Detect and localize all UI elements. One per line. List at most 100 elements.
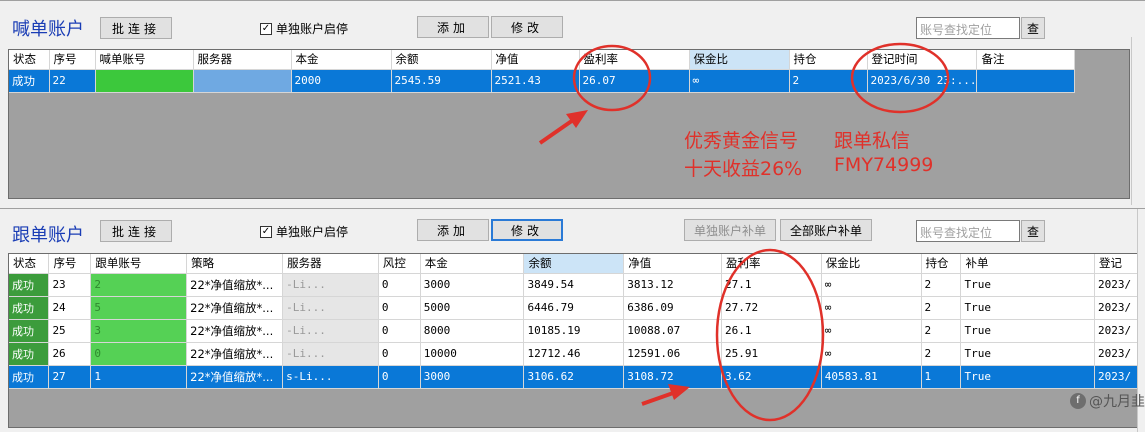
follow-accounts-grid: 状态 序号 跟单账号 策略 服务器 风控 本金 余额 净值 盈利率 保金比 持仓… <box>8 253 1145 428</box>
col-header-equity[interactable]: 净值 <box>491 50 579 69</box>
cell-status: 成功 <box>9 365 49 388</box>
follow-search-button[interactable]: 查 <box>1021 220 1045 242</box>
follow-search-input[interactable]: 账号查找定位 <box>916 220 1020 242</box>
col-header-server[interactable]: 服务器 <box>193 50 291 69</box>
cell-topup: True <box>961 296 1095 319</box>
cell-profit-rate: 26.07 <box>579 69 689 92</box>
shout-edit-button[interactable]: 修改 <box>491 16 563 38</box>
col-header-margin-ratio[interactable]: 保金比 <box>689 50 789 69</box>
col-header-note[interactable]: 备注 <box>977 50 1075 69</box>
single-account-topup-button[interactable]: 单独账户补单 <box>684 219 776 241</box>
col-header-balance[interactable]: 余额 <box>524 254 624 273</box>
cell-principal: 8000 <box>420 319 524 342</box>
watermark-text: @九月韭 <box>1089 391 1145 411</box>
col-header-margin-ratio[interactable]: 保金比 <box>821 254 921 273</box>
col-header-equity[interactable]: 净值 <box>624 254 722 273</box>
col-header-account[interactable]: 喊单账号 <box>95 50 193 69</box>
cell-profit-rate: 27.1 <box>722 273 822 296</box>
col-header-topup[interactable]: 补单 <box>961 254 1095 273</box>
cell-account-blurred <box>95 69 193 92</box>
col-header-profit-rate[interactable]: 盈利率 <box>579 50 689 69</box>
col-header-balance[interactable]: 余额 <box>391 50 491 69</box>
cell-margin-ratio: ∞ <box>689 69 789 92</box>
col-header-positions[interactable]: 持仓 <box>921 254 961 273</box>
col-header-principal[interactable]: 本金 <box>420 254 524 273</box>
table-row[interactable]: 成功23222*净值缩放*...-Li...030003849.543813.1… <box>9 273 1145 296</box>
col-header-id[interactable]: 序号 <box>49 50 95 69</box>
cell-principal: 3000 <box>420 365 524 388</box>
cell-principal: 2000 <box>291 69 391 92</box>
cell-strategy: 22*净值缩放*... <box>187 319 283 342</box>
cell-margin-ratio: ∞ <box>821 273 921 296</box>
cell-profit-rate: 26.1 <box>722 319 822 342</box>
shout-accounts-table: 状态 序号 喊单账号 服务器 本金 余额 净值 盈利率 保金比 持仓 登记时间 … <box>9 50 1075 93</box>
cell-equity: 3813.12 <box>624 273 722 296</box>
col-header-status[interactable]: 状态 <box>9 50 49 69</box>
cell-strategy: 22*净值缩放*... <box>187 342 283 365</box>
cell-topup: True <box>961 273 1095 296</box>
cell-principal: 3000 <box>420 273 524 296</box>
follow-single-toggle-checkbox[interactable]: ✓ 单独账户启停 <box>260 223 348 240</box>
checkbox-checked-icon: ✓ <box>260 23 272 35</box>
annotation-signal-text: 优秀黄金信号 <box>684 126 798 153</box>
col-header-id[interactable]: 序号 <box>49 254 91 273</box>
cell-positions: 2 <box>921 273 961 296</box>
cell-equity: 2521.43 <box>491 69 579 92</box>
follow-edit-button[interactable]: 修改 <box>491 219 563 241</box>
cell-balance: 3106.62 <box>524 365 624 388</box>
cell-equity: 10088.07 <box>624 319 722 342</box>
shout-batch-connect-button[interactable]: 批连接 <box>100 17 172 39</box>
cell-profit-rate: 27.72 <box>722 296 822 319</box>
table-row[interactable]: 成功 22 2000 2545.59 2521.43 26.07 ∞ 2 202… <box>9 69 1075 92</box>
cell-margin-ratio: ∞ <box>821 342 921 365</box>
cell-topup: True <box>961 365 1095 388</box>
col-header-status[interactable]: 状态 <box>9 254 49 273</box>
cell-topup: True <box>961 342 1095 365</box>
cell-id: 22 <box>49 69 95 92</box>
follow-panel: 跟单账户 批连接 ✓ 单独账户启停 添加 修改 单独账户补单 全部账户补单 账号… <box>0 208 1145 431</box>
annotation-return-text: 十天收益26% <box>684 154 802 181</box>
col-header-positions[interactable]: 持仓 <box>789 50 867 69</box>
cell-status: 成功 <box>9 69 49 92</box>
cell-strategy: 22*净值缩放*... <box>187 365 283 388</box>
col-header-server[interactable]: 服务器 <box>283 254 379 273</box>
cell-profit-rate: 3.62 <box>722 365 822 388</box>
cell-balance: 6446.79 <box>524 296 624 319</box>
col-header-strategy[interactable]: 策略 <box>187 254 283 273</box>
all-accounts-topup-button[interactable]: 全部账户补单 <box>780 219 872 241</box>
cell-account-blurred: 3 <box>91 319 187 342</box>
cell-status: 成功 <box>9 296 49 319</box>
table-row[interactable]: 成功27122*净值缩放*...s-Li...030003106.623108.… <box>9 365 1145 388</box>
shout-vertical-scrollbar[interactable] <box>1131 37 1145 205</box>
follow-add-button[interactable]: 添加 <box>417 219 489 241</box>
col-header-account[interactable]: 跟单账号 <box>91 254 187 273</box>
cell-topup: True <box>961 319 1095 342</box>
table-row[interactable]: 成功26022*净值缩放*...-Li...01000012712.461259… <box>9 342 1145 365</box>
cell-positions: 2 <box>921 342 961 365</box>
checkbox-checked-icon: ✓ <box>260 226 272 238</box>
cell-id: 27 <box>49 365 91 388</box>
cell-profit-rate: 25.91 <box>722 342 822 365</box>
cell-balance: 3849.54 <box>524 273 624 296</box>
table-row[interactable]: 成功25322*净值缩放*...-Li...0800010185.1910088… <box>9 319 1145 342</box>
col-header-principal[interactable]: 本金 <box>291 50 391 69</box>
shout-add-button[interactable]: 添加 <box>417 16 489 38</box>
cell-equity: 6386.09 <box>624 296 722 319</box>
col-header-profit-rate[interactable]: 盈利率 <box>722 254 822 273</box>
follow-batch-connect-button[interactable]: 批连接 <box>100 220 172 242</box>
cell-positions: 2 <box>789 69 867 92</box>
table-row[interactable]: 成功24522*净值缩放*...-Li...050006446.796386.0… <box>9 296 1145 319</box>
shout-single-toggle-checkbox[interactable]: ✓ 单独账户启停 <box>260 20 348 37</box>
cell-risk: 0 <box>378 319 420 342</box>
cell-account-blurred: 0 <box>91 342 187 365</box>
annotation-id-text: FMY74999 <box>834 154 933 176</box>
shout-search-input[interactable]: 账号查找定位 <box>916 17 1020 39</box>
cell-reg-time: 2023/6/30 23:... <box>867 69 977 92</box>
col-header-risk[interactable]: 风控 <box>378 254 420 273</box>
cell-balance: 2545.59 <box>391 69 491 92</box>
annotation-contact-text: 跟单私信 <box>834 126 910 153</box>
shout-accounts-grid: 状态 序号 喊单账号 服务器 本金 余额 净值 盈利率 保金比 持仓 登记时间 … <box>8 49 1130 199</box>
shout-search-button[interactable]: 查 <box>1021 17 1045 39</box>
col-header-reg-time[interactable]: 登记时间 <box>867 50 977 69</box>
shout-panel-title: 喊单账户 <box>12 15 84 41</box>
